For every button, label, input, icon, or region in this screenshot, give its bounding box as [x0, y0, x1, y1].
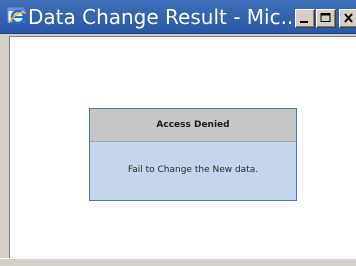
- internet-explorer-icon: [7, 6, 27, 26]
- close-icon: [344, 13, 353, 23]
- access-denied-panel: Access Denied Fail to Change the New dat…: [89, 108, 297, 201]
- window-frame-left: [0, 34, 9, 258]
- panel-message: Fail to Change the New data.: [90, 142, 296, 200]
- maximize-icon: [320, 13, 331, 22]
- browser-window: Data Change Result - Mic... Access Denie…: [0, 0, 356, 266]
- minimize-icon: [300, 21, 308, 23]
- minimize-button[interactable]: [295, 9, 315, 28]
- panel-header: Access Denied: [90, 109, 296, 142]
- maximize-button[interactable]: [316, 9, 336, 28]
- window-frame-bottom: [0, 258, 356, 266]
- title-bar[interactable]: Data Change Result - Mic...: [0, 0, 356, 34]
- close-button[interactable]: [339, 9, 356, 28]
- window-title: Data Change Result - Mic...: [28, 5, 300, 29]
- page-content: Access Denied Fail to Change the New dat…: [9, 36, 356, 258]
